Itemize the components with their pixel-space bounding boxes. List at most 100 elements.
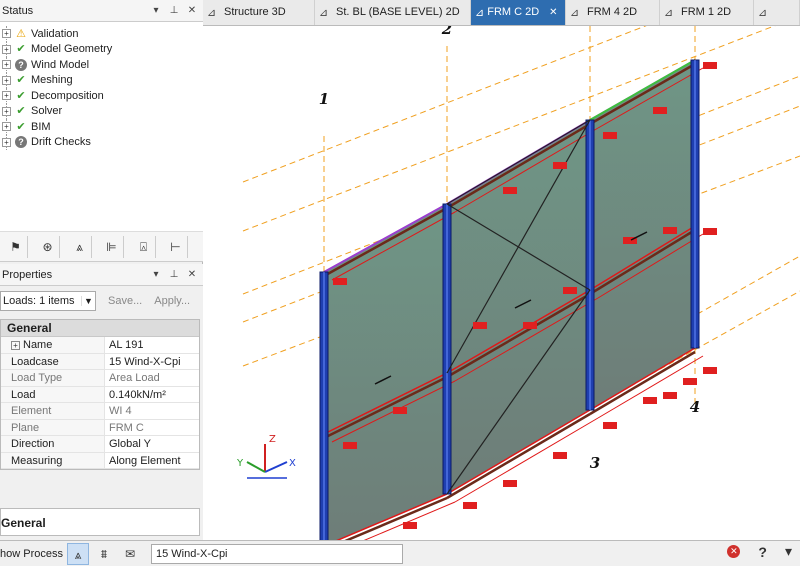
load-arrow (523, 322, 537, 329)
status-item[interactable]: + ⚠ Validation (0, 26, 203, 42)
property-key: Direction (1, 436, 105, 452)
property-key: Loadcase (1, 353, 105, 369)
expand-icon[interactable]: + (2, 60, 11, 70)
flag-icon[interactable]: ⚑ (4, 235, 28, 258)
tab[interactable]: ⊿ Structure 3D (203, 0, 315, 25)
load-arrow (703, 367, 717, 374)
dropdown-icon[interactable]: ▾ (149, 4, 163, 18)
tab[interactable]: ⊿ St. BL (BASE LEVEL) 2D (315, 0, 471, 25)
property-key-text: Element (11, 405, 52, 417)
property-row[interactable]: Element WI 4 (1, 403, 199, 420)
property-value[interactable]: 15 Wind-X-Cpi (105, 354, 199, 370)
status-item-label: Solver (31, 105, 63, 118)
expand-icon[interactable]: + (2, 44, 11, 54)
expand-icon[interactable]: + (2, 91, 11, 101)
tab[interactable]: ⊿ FRM 4 2D (566, 0, 660, 25)
status-item[interactable]: + ✔ Solver (0, 103, 203, 119)
more-icon[interactable]: ▾ (785, 543, 792, 560)
status-item[interactable]: + ✔ Model Geometry (0, 41, 203, 57)
frame-model-drawing[interactable]: 1 2 3 4 Z X Y (203, 26, 800, 540)
property-value[interactable]: AL 191 (105, 337, 199, 353)
status-panel-header: Status ▾ ⊥ ✕ (0, 0, 203, 22)
property-key: Plane (1, 419, 105, 435)
view-icon: ⊿ (570, 6, 580, 19)
loads-bar: Loads: 1 items ▼ Save... Apply... (0, 290, 203, 312)
property-category[interactable]: General (1, 320, 199, 337)
status-item[interactable]: + ✔ BIM (0, 119, 203, 135)
axis-label-y: Y (236, 458, 244, 469)
model-viewport[interactable]: 1 2 3 4 Z X Y (203, 26, 800, 540)
tab[interactable]: ⊿ FRM 1 2D (660, 0, 754, 25)
wall-panel (323, 203, 448, 540)
expand-icon[interactable]: + (2, 106, 11, 116)
loads-select[interactable]: Loads: 1 items ▼ (0, 291, 96, 311)
tab[interactable]: ⊿ FRM C 2D ✕ (471, 0, 566, 25)
expand-icon[interactable]: + (2, 137, 11, 147)
property-value[interactable]: 0.140kN/m² (105, 387, 199, 403)
load-arrow (603, 422, 617, 429)
property-row[interactable]: Measuring Along Element (1, 452, 199, 469)
close-icon[interactable]: ✕ (549, 7, 557, 18)
error-icon[interactable]: ✕ (727, 545, 741, 558)
load-arrow (703, 62, 717, 69)
loadcase-combo[interactable]: 15 Wind-X-Cpi (150, 543, 403, 564)
close-icon[interactable]: ✕ (185, 268, 199, 282)
load-arrow (503, 480, 517, 487)
load-arrow (473, 322, 487, 329)
status-item-label: Meshing (31, 74, 73, 87)
property-row[interactable]: Direction Global Y (1, 436, 199, 453)
globe-icon[interactable]: ⊛ (36, 235, 60, 258)
status-item[interactable]: +? Wind Model (0, 57, 203, 73)
view-icon: ⊿ (475, 6, 485, 19)
expand-icon[interactable]: + (2, 75, 11, 85)
tab[interactable]: ⊿ (754, 0, 800, 25)
property-row[interactable]: + Name AL 191 (1, 337, 199, 354)
apply-button[interactable]: Apply... (154, 295, 190, 307)
property-row[interactable]: Loadcase 15 Wind-X-Cpi (1, 353, 199, 370)
load-table-icon[interactable]: ⩩ (93, 543, 115, 565)
property-grid: General + Name AL 191 Loadcase 15 Wind-X-Cpi… (0, 319, 200, 470)
person-icon[interactable]: ⍓ (132, 235, 156, 258)
left-dock: Status ▾ ⊥ ✕ + ⚠ Validation + ✔ Model Geometr… (0, 0, 203, 540)
property-row[interactable]: Plane FRM C (1, 419, 199, 436)
property-key-text: Plane (11, 421, 40, 434)
pin-icon[interactable]: ⊥ (167, 4, 181, 18)
load-arrow (683, 378, 697, 385)
expand-icon[interactable]: + (2, 122, 11, 132)
status-item[interactable]: + ✔ Meshing (0, 72, 203, 88)
load-arrow (503, 187, 517, 194)
property-key: Load Type (1, 370, 105, 386)
status-toolbar: ⚑ ⊛ ⩓ ⊫ ⍓ ⊢ (0, 231, 203, 261)
frame-icon[interactable]: ⊫ (100, 235, 124, 258)
expand-icon[interactable]: + (2, 29, 11, 39)
property-value[interactable]: Along Element (105, 453, 199, 469)
mail-icon[interactable]: ✉ (119, 543, 141, 565)
property-key-text: Measuring (11, 454, 63, 467)
tab-label: FRM 4 2D (587, 6, 638, 18)
axis-triad: Z X Y (236, 434, 296, 479)
status-item-label: Wind Model (31, 58, 90, 71)
load-display-icon[interactable]: ⩓ (66, 542, 89, 565)
status-item[interactable]: + ✔ Decomposition (0, 88, 203, 104)
help-icon[interactable]: ? (758, 544, 767, 560)
status-item-label: BIM (31, 120, 51, 133)
property-row[interactable]: Load Type Area Load (1, 370, 199, 387)
show-process-label[interactable]: how Process (0, 548, 63, 560)
status-item[interactable]: +? Drift Checks (0, 134, 203, 150)
load-arrow (463, 502, 477, 509)
property-value: WI 4 (109, 405, 132, 417)
expand-icon[interactable]: + (11, 340, 20, 350)
dropdown-icon[interactable]: ▾ (149, 268, 163, 282)
wall-panels (323, 59, 696, 540)
view-icon: ⊿ (758, 6, 768, 19)
tab-label: St. BL (BASE LEVEL) 2D (336, 6, 460, 18)
pin-icon[interactable]: ⊥ (167, 268, 181, 282)
save-button[interactable]: Save... (108, 295, 142, 307)
grid-label: 4 (690, 398, 700, 416)
close-icon[interactable]: ✕ (185, 4, 199, 18)
property-row[interactable]: Load 0.140kN/m² (1, 386, 199, 403)
status-tree: + ⚠ Validation + ✔ Model Geometry +? Wind Model… (0, 26, 203, 150)
load-icon[interactable]: ⩓ (68, 235, 92, 258)
support-icon[interactable]: ⊢ (164, 235, 188, 258)
property-value[interactable]: Global Y (105, 436, 199, 452)
